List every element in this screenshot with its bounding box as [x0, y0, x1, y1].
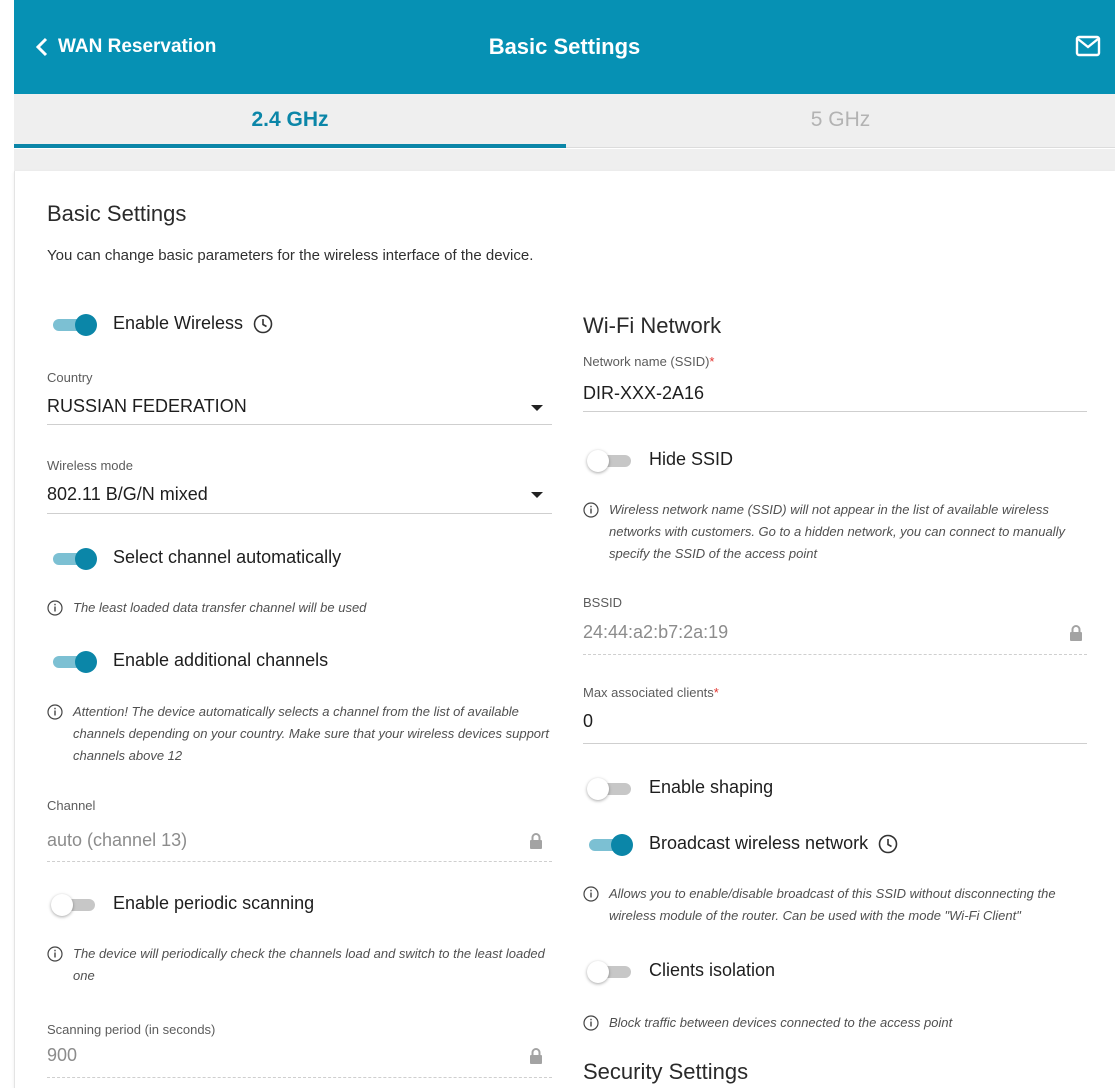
note-text: Attention! The device automatically sele… [73, 704, 549, 763]
toggle-switch[interactable] [53, 313, 99, 336]
scanning-period-label: Scanning period (in seconds) [47, 1022, 216, 1037]
info-icon [583, 886, 599, 927]
toggle-switch[interactable] [51, 893, 99, 916]
country-label: Country [47, 370, 93, 385]
scanning-period-underline [47, 1077, 552, 1078]
toggle-label: Enable periodic scanning [113, 893, 315, 913]
ssid-underline [583, 411, 1087, 412]
scanning-period-value: 900 [47, 1045, 78, 1065]
info-icon [47, 946, 63, 987]
channel-label: Channel [47, 798, 96, 813]
country-select-value[interactable]: RUSSIAN FEDERATION [47, 396, 247, 417]
toggle-switch[interactable] [53, 547, 99, 570]
clients-isolation-note: Block traffic between devices connected … [583, 1012, 1087, 1038]
channel-underline [47, 861, 552, 862]
toggle-label: Broadcast wireless network [649, 833, 869, 853]
toggle-label: Clients isolation [649, 960, 776, 980]
caret-down-icon[interactable] [531, 405, 543, 411]
broadcast-network-toggle[interactable]: Broadcast wireless network [589, 833, 898, 856]
select-channel-auto-toggle[interactable]: Select channel automatically [53, 547, 342, 570]
settings-card: Basic Settings You can change basic para… [14, 171, 1115, 1088]
lock-icon [529, 832, 543, 850]
back-link[interactable]: WAN Reservation [36, 36, 216, 58]
periodic-scanning-toggle[interactable]: Enable periodic scanning [51, 893, 315, 916]
toggle-label: Enable Wireless [113, 313, 244, 333]
top-bar: WAN Reservation Basic Settings [14, 0, 1115, 94]
tab-2-4-ghz[interactable]: 2.4 GHz [14, 94, 566, 148]
additional-channels-toggle[interactable]: Enable additional channels [53, 650, 329, 673]
toggle-label: Enable additional channels [113, 650, 329, 670]
note-text: The least loaded data transfer channel w… [73, 600, 367, 615]
note-text: Allows you to enable/disable broadcast o… [609, 886, 1056, 923]
note-text: Block traffic between devices connected … [609, 1015, 953, 1030]
country-underline [47, 424, 552, 425]
toggle-label: Hide SSID [649, 449, 734, 469]
chevron-left-icon [36, 37, 48, 57]
hide-ssid-toggle[interactable]: Hide SSID [587, 449, 734, 472]
periodic-scanning-note: The device will periodically check the c… [47, 943, 552, 987]
clock-icon[interactable] [878, 834, 898, 854]
ssid-input[interactable]: DIR-XXX-2A16 [583, 383, 704, 404]
page-description: You can change basic parameters for the … [47, 247, 534, 264]
bssid-label: BSSID [583, 595, 623, 610]
bssid-value: 24:44:a2:b7:2a:19 [583, 622, 729, 642]
wireless-mode-select-value[interactable]: 802.11 B/G/N mixed [47, 484, 208, 505]
hide-ssid-note: Wireless network name (SSID) will not ap… [583, 499, 1087, 565]
security-settings-title: Security Settings [583, 1059, 749, 1084]
broadcast-note: Allows you to enable/disable broadcast o… [583, 883, 1087, 927]
bssid-underline [583, 654, 1087, 655]
toggle-switch[interactable] [587, 960, 635, 983]
max-clients-input[interactable]: 0 [583, 711, 593, 732]
max-clients-label: Max associated clients* [583, 685, 719, 700]
info-icon [583, 502, 599, 565]
wireless-mode-underline [47, 513, 552, 514]
channel-value: auto (channel 13) [47, 830, 188, 850]
max-clients-underline [583, 743, 1087, 744]
clock-icon[interactable] [253, 314, 273, 334]
enable-wireless-toggle[interactable]: Enable Wireless [53, 313, 273, 336]
lock-icon [1069, 624, 1083, 642]
enable-shaping-toggle[interactable]: Enable shaping [587, 777, 774, 800]
note-text: Wireless network name (SSID) will not ap… [609, 502, 1065, 561]
mail-icon[interactable] [1075, 35, 1101, 62]
wireless-mode-label: Wireless mode [47, 458, 133, 473]
clients-isolation-toggle[interactable]: Clients isolation [587, 960, 776, 983]
wifi-network-title: Wi-Fi Network [583, 313, 722, 338]
additional-channels-note: Attention! The device automatically sele… [47, 701, 552, 767]
tabs-gap [14, 149, 1115, 171]
info-icon [47, 704, 63, 767]
page-title: Basic Settings [47, 201, 187, 226]
tab-5-ghz[interactable]: 5 GHz [566, 94, 1115, 148]
info-icon [583, 1015, 599, 1038]
caret-down-icon[interactable] [531, 492, 543, 498]
toggle-switch[interactable] [589, 833, 635, 856]
lock-icon [529, 1047, 543, 1065]
toggle-switch[interactable] [587, 777, 635, 800]
band-tabs: 2.4 GHz 5 GHz [14, 94, 1115, 148]
info-icon [47, 600, 63, 623]
note-text: The device will periodically check the c… [73, 946, 545, 983]
select-channel-note: The least loaded data transfer channel w… [47, 597, 552, 623]
toggle-label: Enable shaping [649, 777, 774, 797]
back-link-label: WAN Reservation [58, 36, 217, 57]
ssid-label: Network name (SSID)* [583, 354, 715, 369]
toggle-switch[interactable] [53, 650, 99, 673]
toggle-switch[interactable] [587, 449, 635, 472]
toggle-label: Select channel automatically [113, 547, 342, 567]
